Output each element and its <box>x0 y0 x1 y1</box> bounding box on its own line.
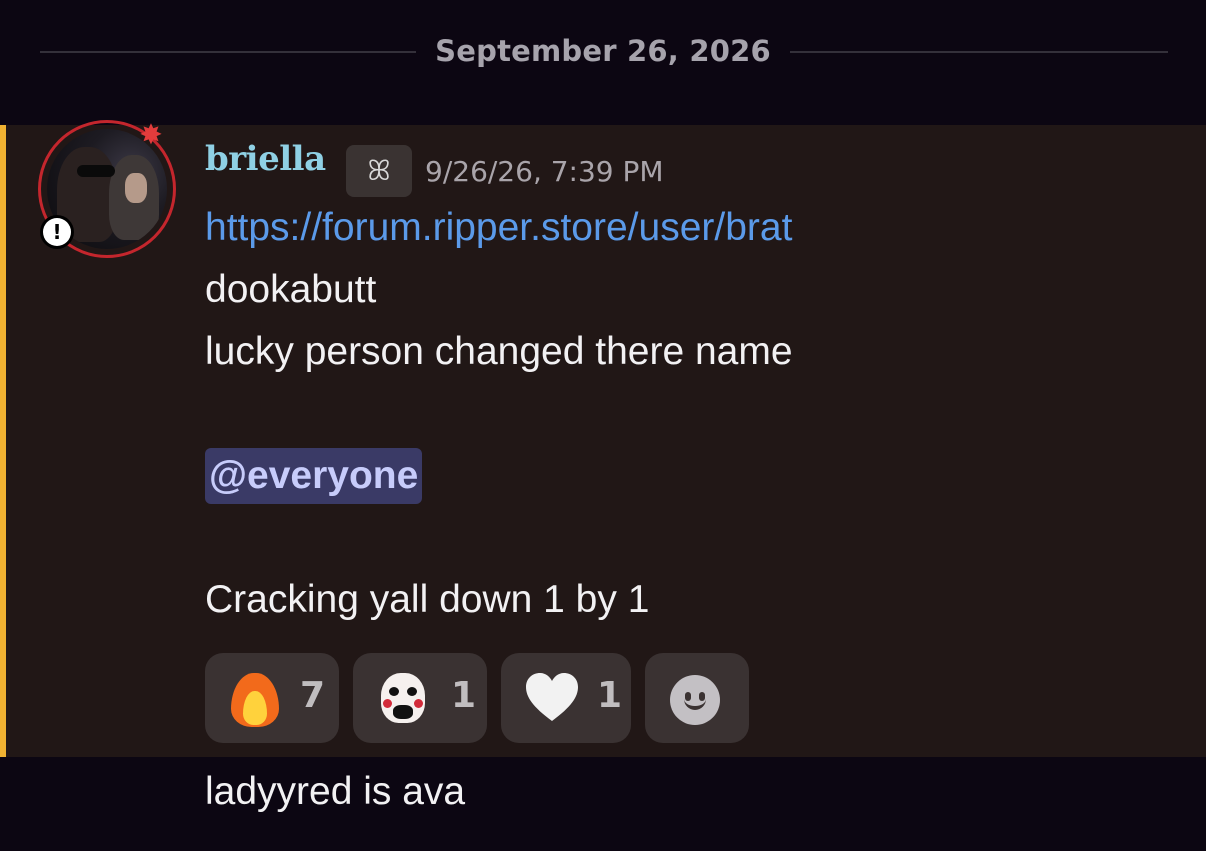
reaction-puppet[interactable]: 1 <box>353 653 487 743</box>
status-alert-badge: ! <box>43 218 71 246</box>
reaction-count: 1 <box>597 675 623 716</box>
fire-emoji-icon <box>227 669 285 727</box>
everyone-mention[interactable]: @everyone <box>205 448 423 504</box>
message-timestamp[interactable]: 9/26/26, 7:39 PM <box>425 155 664 188</box>
message-line: dookabutt <box>205 268 377 311</box>
divider-line-right <box>790 51 1168 53</box>
reaction-count: 7 <box>300 675 326 716</box>
next-message-text: ladyyred is ava <box>205 770 466 813</box>
message-line: lucky person changed there name <box>205 330 793 373</box>
reaction-white-heart[interactable]: 1 <box>501 653 631 743</box>
status-alert-icon: ! <box>40 215 74 249</box>
reaction-fire[interactable]: 7 <box>205 653 339 743</box>
highlighted-message[interactable]: ✸ ! briella ꕤ 9/26/26, 7:39 PM https://f… <box>0 120 1206 757</box>
add-reaction-icon <box>670 675 724 729</box>
white-heart-emoji-icon <box>523 669 581 727</box>
avatar[interactable]: ✸ ! <box>38 120 180 262</box>
anger-icon: ✸ <box>139 118 163 151</box>
puppet-mask-emoji-icon <box>375 669 433 727</box>
divider-line-left <box>40 51 416 53</box>
message-link[interactable]: https://forum.ripper.store/user/brat <box>205 206 792 249</box>
date-divider: September 26, 2026 <box>0 0 1206 105</box>
message-content: https://forum.ripper.store/user/brat doo… <box>205 197 1185 631</box>
add-reaction-button[interactable] <box>645 653 749 743</box>
server-tag-badge[interactable]: ꕤ <box>346 145 412 197</box>
reaction-count: 1 <box>451 675 477 716</box>
message-line: Cracking yall down 1 by 1 <box>205 578 650 621</box>
date-divider-label: September 26, 2026 <box>435 34 771 68</box>
mention-highlight-bar <box>0 125 6 757</box>
author-username[interactable]: briella <box>205 139 326 179</box>
